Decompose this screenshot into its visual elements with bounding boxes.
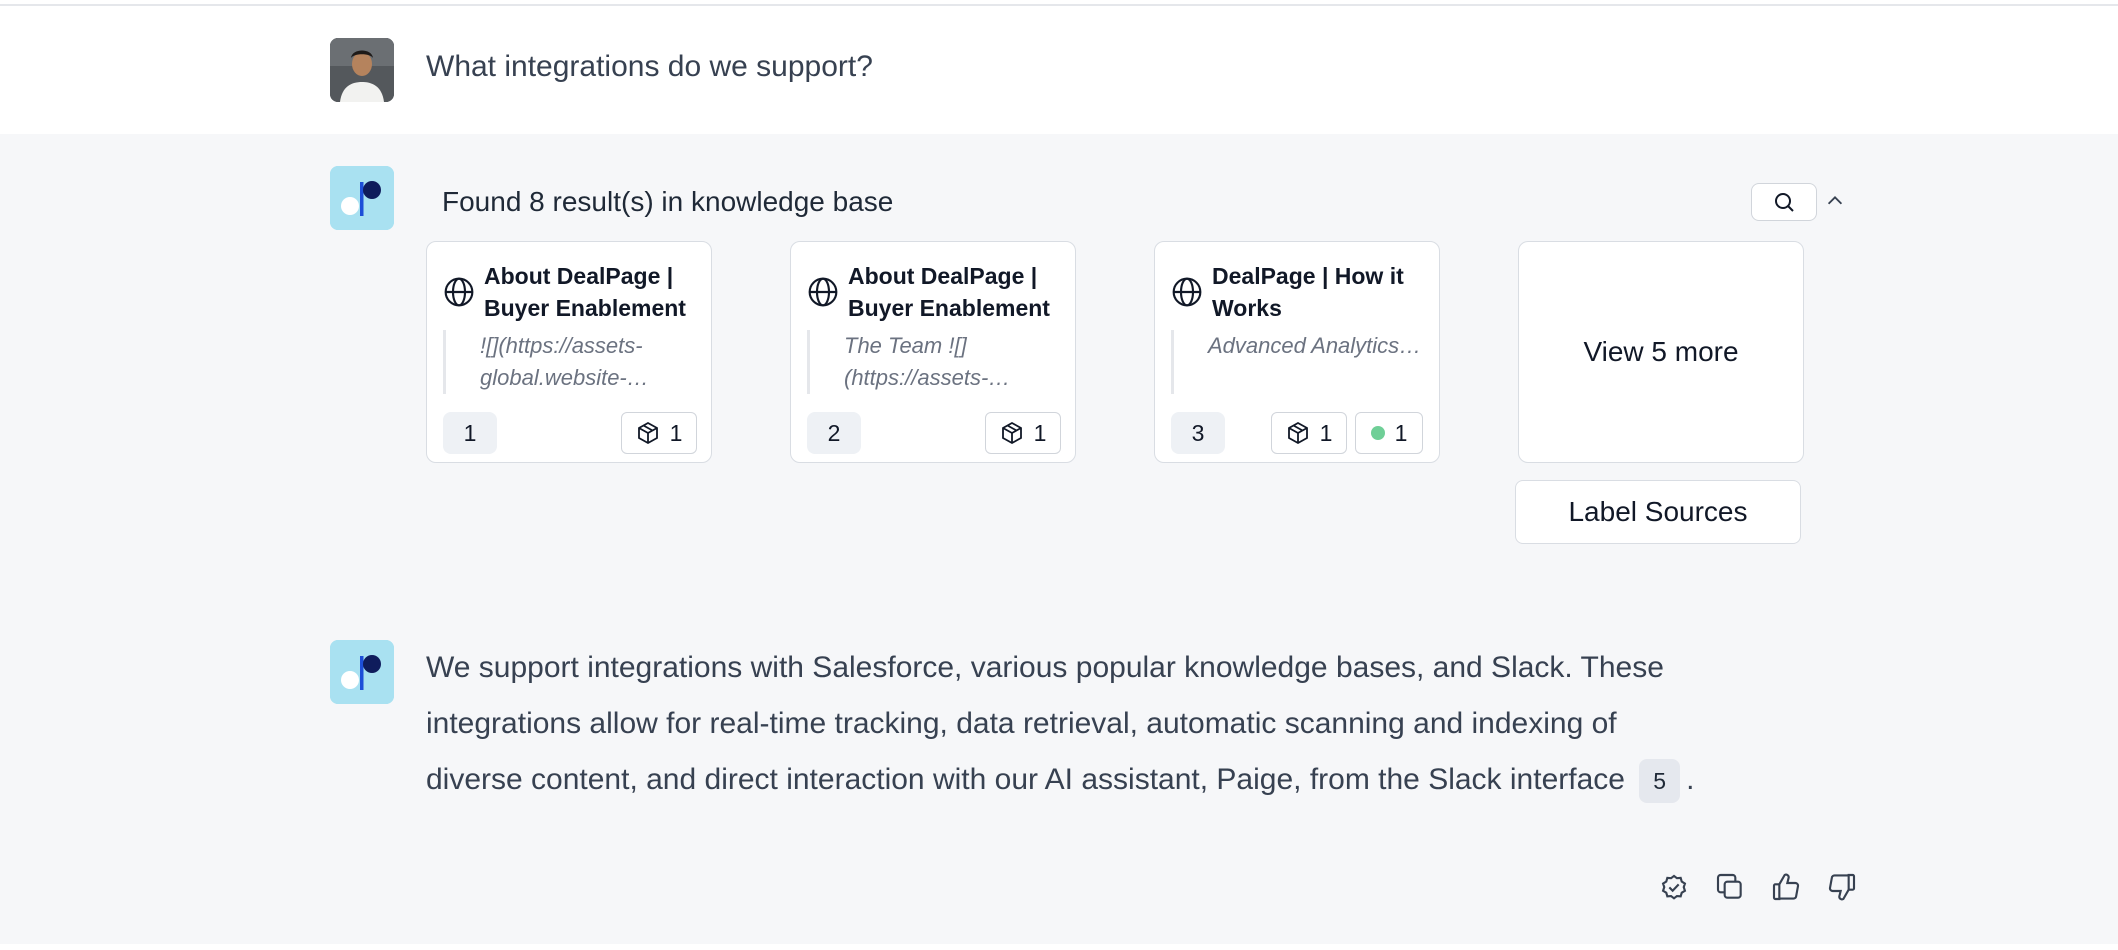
copy-icon bbox=[1716, 873, 1742, 899]
source-card-excerpt: The Team ![](https://assets-… bbox=[807, 330, 1065, 394]
user-message-row: What integrations do we support? bbox=[0, 6, 2118, 134]
object-count-badge[interactable]: 1 bbox=[621, 412, 697, 454]
source-card-title: DealPage | How it Works bbox=[1212, 263, 1404, 321]
source-card-1[interactable]: About DealPage | Buyer Enablement ![](ht… bbox=[426, 241, 712, 463]
status-count: 1 bbox=[1394, 419, 1408, 446]
answer-text: We support integrations with Salesforce,… bbox=[426, 651, 1664, 796]
green-status-dot bbox=[1370, 426, 1385, 440]
globe-icon bbox=[444, 277, 474, 307]
globe-icon bbox=[808, 277, 838, 307]
object-count: 1 bbox=[669, 419, 683, 446]
status-count-badge[interactable]: 1 bbox=[1355, 412, 1423, 454]
cube-icon bbox=[1287, 421, 1308, 445]
source-card-2[interactable]: About DealPage | Buyer Enablement The Te… bbox=[790, 241, 1076, 463]
cube-icon bbox=[637, 421, 658, 445]
bottom-edge bbox=[0, 944, 2118, 950]
assistant-avatar bbox=[330, 166, 394, 230]
chevron-up-icon bbox=[1827, 196, 1843, 205]
globe-icon bbox=[1172, 277, 1202, 307]
search-sources-button[interactable] bbox=[1751, 183, 1817, 221]
thumbs-up-icon bbox=[1772, 873, 1800, 901]
sources-title: Found 8 result(s) in knowledge base bbox=[442, 186, 894, 217]
object-count: 1 bbox=[1319, 419, 1333, 446]
user-avatar bbox=[330, 38, 394, 102]
source-card-number: 2 bbox=[807, 412, 861, 454]
check-badge-icon bbox=[1661, 874, 1687, 900]
view-more-sources-button[interactable]: View 5 more bbox=[1518, 241, 1804, 463]
citation-badge[interactable]: 5 bbox=[1639, 759, 1681, 804]
source-card-title: About DealPage | Buyer Enablement bbox=[484, 263, 686, 321]
copy-button[interactable] bbox=[1712, 869, 1748, 905]
answer-trailing: . bbox=[1686, 763, 1695, 796]
answer-actions bbox=[1656, 869, 1860, 905]
source-card-title: About DealPage | Buyer Enablement bbox=[848, 263, 1050, 321]
cube-icon bbox=[1001, 421, 1022, 445]
assistant-answer: We support integrations with Salesforce,… bbox=[426, 640, 1716, 808]
object-count-badge[interactable]: 1 bbox=[985, 412, 1061, 454]
dislike-button[interactable] bbox=[1824, 869, 1860, 905]
source-card-excerpt: Advanced Analytics… bbox=[1171, 330, 1429, 394]
object-count-badge[interactable]: 1 bbox=[1271, 412, 1347, 454]
user-question: What integrations do we support? bbox=[426, 50, 873, 83]
source-card-number: 1 bbox=[443, 412, 497, 454]
source-card-3[interactable]: DealPage | How it Works Advanced Analyti… bbox=[1154, 241, 1440, 463]
collapse-sources-button[interactable] bbox=[1822, 188, 1848, 214]
thumbs-down-icon bbox=[1828, 873, 1856, 901]
assistant-avatar bbox=[330, 640, 394, 704]
search-icon bbox=[1775, 193, 1794, 212]
like-button[interactable] bbox=[1768, 869, 1804, 905]
label-sources-button[interactable]: Label Sources bbox=[1515, 480, 1801, 544]
source-card-number: 3 bbox=[1171, 412, 1225, 454]
object-count: 1 bbox=[1033, 419, 1047, 446]
source-card-excerpt: ![](https://assets-global.website-… bbox=[443, 330, 701, 394]
verify-button[interactable] bbox=[1656, 869, 1692, 905]
